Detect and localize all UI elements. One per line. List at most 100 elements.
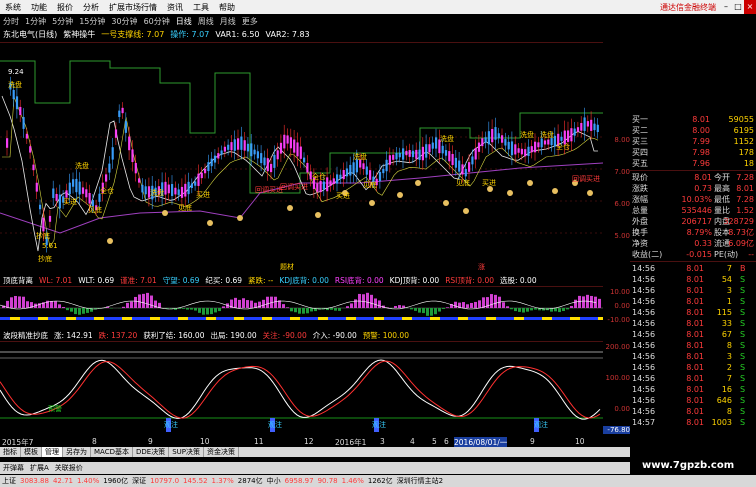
sz-amount: 2874亿 <box>237 477 263 485</box>
indicator2-panel[interactable] <box>0 286 603 329</box>
candle-body <box>105 174 108 182</box>
stock-title[interactable]: 东北电气(日线) <box>0 29 60 40</box>
divergence-bar <box>370 294 373 308</box>
signal-band-segment <box>94 317 104 320</box>
period-tab[interactable]: 周线 <box>195 16 217 27</box>
ind2-value: KDJ顶背: 0.00 <box>389 276 440 285</box>
divergence-chart[interactable] <box>0 287 603 329</box>
buy-volume: 18 <box>743 159 754 168</box>
tab-sup[interactable]: SUP决策 <box>169 447 204 457</box>
candle-body <box>339 174 342 179</box>
divergence-bar <box>574 299 577 308</box>
candle-body <box>547 139 550 145</box>
seen-bottom-label: 见底 <box>363 181 377 189</box>
buy-volume: 178 <box>738 148 754 157</box>
tab-danmaku[interactable]: 开弹幕 <box>0 463 27 473</box>
menu-analysis[interactable]: 分析 <box>78 2 104 13</box>
indicator2-title[interactable]: 顶底背离 <box>0 275 36 286</box>
tick-volume: 1003 <box>711 418 732 427</box>
minimize-icon[interactable]: – <box>720 0 732 14</box>
indicator-name: 紫神操牛 <box>63 30 96 39</box>
tab-manage[interactable]: 管理 <box>42 447 63 457</box>
indicator3-header: 波段精准抄底 涨: 142.91 跌: 137.20 获利了结: 160.00 … <box>0 330 603 341</box>
candle-body <box>329 180 332 186</box>
candle-body <box>510 141 514 156</box>
tick-direction: S <box>740 374 746 383</box>
candle-body <box>256 151 259 159</box>
candle-body <box>138 178 141 183</box>
candle-body <box>365 166 368 175</box>
menu-info[interactable]: 资讯 <box>162 2 188 13</box>
tab-macd[interactable]: MACD基本 <box>91 447 133 457</box>
ind2-value: RSI顶背: 0.00 <box>445 276 494 285</box>
maximize-icon[interactable]: □ <box>732 0 744 14</box>
tick-time: 14:57 <box>632 418 656 427</box>
divergence-bar <box>410 308 413 310</box>
ind2-value: 选股: 0.00 <box>499 276 537 285</box>
tab-saveas[interactable]: 另存为 <box>63 447 91 457</box>
indicator3-panel[interactable] <box>0 341 603 437</box>
indicator3-title[interactable]: 波段精准抄底 <box>0 330 51 341</box>
ind2-value: 紧跌: -- <box>248 276 274 285</box>
period-tab[interactable]: 1分钟 <box>22 16 49 27</box>
period-tab[interactable]: 分时 <box>0 16 22 27</box>
candle-body <box>458 160 461 172</box>
sh-value: 3083.88 <box>20 477 49 485</box>
app-brand: 通达信金融终端 <box>660 2 716 12</box>
period-tab[interactable]: 15分钟 <box>76 16 108 27</box>
candle-body <box>560 136 563 141</box>
divergence-bar <box>54 301 57 308</box>
tick-row: 14:56 8.01 7 S <box>630 373 756 384</box>
period-tab[interactable]: 60分钟 <box>141 16 173 27</box>
period-tab[interactable]: 5分钟 <box>49 16 76 27</box>
buy-row: 买一 8.01 59055 <box>630 114 756 125</box>
wave-bottom-chart[interactable] <box>0 342 603 437</box>
tab-template[interactable]: 模板 <box>21 447 42 457</box>
ind2-value: KDJ底背: 0.00 <box>279 276 329 285</box>
quote-value: 8.79% <box>686 228 712 237</box>
candle-body <box>52 188 55 199</box>
signal-band-segment <box>514 317 524 320</box>
tick-list[interactable]: 14:56 8.01 7 B 14:56 8.01 54 S 14:56 8.01 3 S 14:56 8… <box>630 263 756 428</box>
candle-body <box>32 164 35 171</box>
candle-body <box>570 128 573 142</box>
coin-marker-icon <box>463 208 469 214</box>
period-tab[interactable]: 月线 <box>217 16 239 27</box>
buy-row: 买二 8.00 6195 <box>630 125 756 136</box>
candle-body <box>108 163 111 173</box>
menu-function[interactable]: 功能 <box>26 2 52 13</box>
period-tab-selected[interactable]: 日线 <box>173 16 195 27</box>
menu-ext-market[interactable]: 扩展市场行情 <box>104 2 162 13</box>
date-tick: 11 <box>254 437 264 446</box>
tab-extend-a[interactable]: 扩展A <box>27 463 52 473</box>
divergence-bar <box>258 301 261 308</box>
menu-quote[interactable]: 报价 <box>52 2 78 13</box>
divergence-bar <box>10 297 13 308</box>
candle-body <box>171 184 174 196</box>
divergence-bar <box>126 302 129 308</box>
main-chart-panel[interactable] <box>0 42 603 275</box>
divergence-bar <box>294 308 297 313</box>
sz-value: 10797.0 <box>150 477 180 485</box>
tick-volume: 54 <box>721 275 732 284</box>
menu-help[interactable]: 帮助 <box>214 2 240 13</box>
period-tab[interactable]: 30分钟 <box>108 16 140 27</box>
tab-capital[interactable]: 资金决策 <box>204 447 239 457</box>
menu-system[interactable]: 系统 <box>0 2 26 13</box>
ind2-axis-tick: 10.00 <box>609 288 630 296</box>
divergence-bar <box>238 299 241 308</box>
period-tab[interactable]: 更多 <box>239 16 261 27</box>
tick-time: 14:56 <box>632 319 656 328</box>
candle-body <box>326 177 329 192</box>
divergence-bar <box>334 308 337 311</box>
tab-indicator[interactable]: 指标 <box>0 447 21 457</box>
candle-body <box>174 187 177 195</box>
close-icon[interactable]: × <box>744 0 756 14</box>
quote-label: 涨跌 <box>632 184 648 193</box>
menu-tools[interactable]: 工具 <box>188 2 214 13</box>
candlestick-chart[interactable] <box>0 43 603 275</box>
date-tick: 9 <box>530 437 535 446</box>
tab-dde[interactable]: DDE决策 <box>133 447 170 457</box>
ind2-value: RSI底背: 0.00 <box>334 276 384 285</box>
tab-related-quote[interactable]: 关联报价 <box>52 463 86 473</box>
